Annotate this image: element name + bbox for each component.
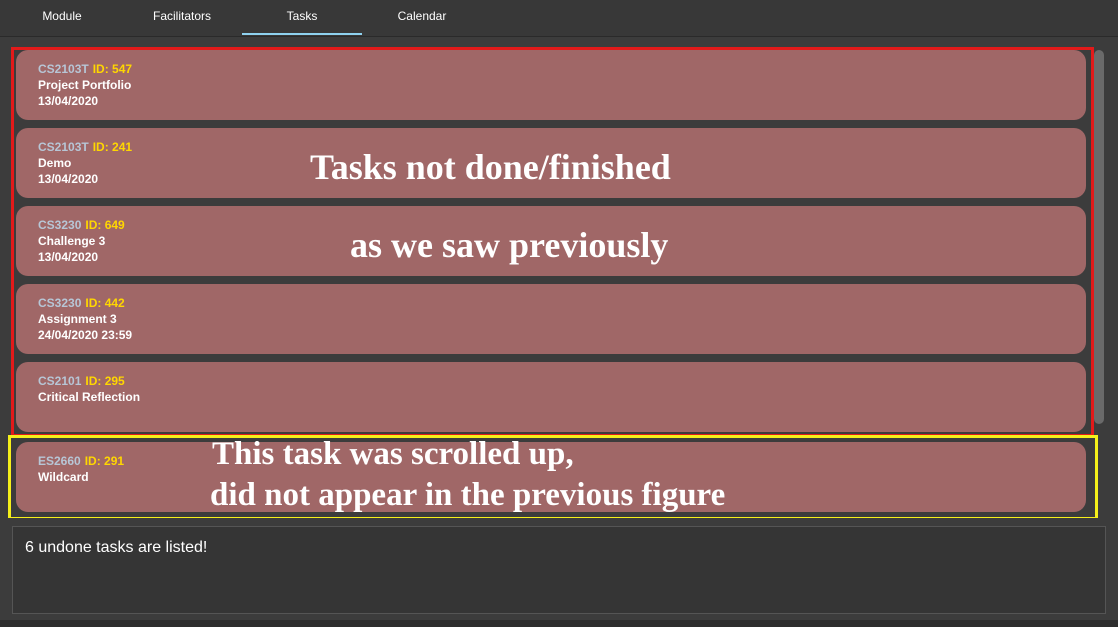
scrollbar-thumb[interactable] [1094, 50, 1104, 424]
scrollbar[interactable] [1094, 48, 1104, 426]
tab-module[interactable]: Module [22, 0, 102, 33]
task-card[interactable]: CS2101 ID: 295 Critical Reflection [16, 362, 1086, 432]
annotation-text: Tasks not done/finished [310, 147, 671, 187]
result-message: 6 undone tasks are listed! [25, 539, 208, 556]
task-id: ID: 442 [85, 296, 125, 310]
task-title: Project Portfolio [38, 78, 132, 92]
module-code: ES2660 [38, 454, 81, 468]
task-header: CS3230 ID: 442 [38, 296, 125, 310]
annotation-text: as we saw previously [350, 225, 669, 265]
module-code: CS3230 [38, 296, 82, 310]
task-id: ID: 649 [85, 218, 125, 232]
task-card[interactable]: CS2103T ID: 547 Project Portfolio 13/04/2… [16, 50, 1086, 120]
task-header: CS2103T ID: 547 [38, 62, 132, 76]
task-title: Demo [38, 156, 72, 170]
module-code: CS2101 [38, 374, 82, 388]
task-header: ES2660 ID: 291 [38, 454, 124, 468]
app-window: Module Facilitators Tasks Calendar CS210… [0, 0, 1118, 627]
annotation-text: did not appear in the previous figure [210, 477, 726, 513]
status-bar [0, 620, 1118, 627]
annotation-text: This task was scrolled up, [212, 436, 574, 472]
tab-bar: Module Facilitators Tasks Calendar [0, 0, 1118, 37]
task-id: ID: 241 [92, 140, 133, 154]
tab-facilitators[interactable]: Facilitators [132, 0, 232, 33]
task-date: 13/04/2020 [38, 250, 99, 264]
task-id: ID: 291 [84, 454, 125, 468]
task-header: CS2101 ID: 295 [38, 374, 125, 388]
task-title: Wildcard [38, 470, 89, 484]
tab-tasks[interactable]: Tasks [242, 0, 362, 35]
task-card[interactable]: CS3230 ID: 442 Assignment 3 24/04/2020 23… [16, 284, 1086, 354]
task-date: 13/04/2020 [38, 94, 99, 108]
task-header: CS3230 ID: 649 [38, 218, 125, 232]
task-title: Assignment 3 [38, 312, 117, 326]
module-code: CS3230 [38, 218, 82, 232]
result-display[interactable]: 6 undone tasks are listed! [12, 526, 1106, 614]
task-date: 13/04/2020 [38, 172, 99, 186]
tab-calendar[interactable]: Calendar [382, 0, 462, 33]
task-title: Challenge 3 [38, 234, 106, 248]
task-id: ID: 295 [85, 374, 125, 388]
task-title: Critical Reflection [38, 390, 141, 404]
task-header: CS2103T ID: 241 [38, 140, 132, 154]
task-date: 24/04/2020 23:59 [38, 328, 133, 342]
result-display-panel: 6 undone tasks are listed! [0, 518, 1118, 627]
module-code: CS2103T [38, 62, 89, 76]
module-code: CS2103T [38, 140, 89, 154]
task-id: ID: 547 [92, 62, 133, 76]
